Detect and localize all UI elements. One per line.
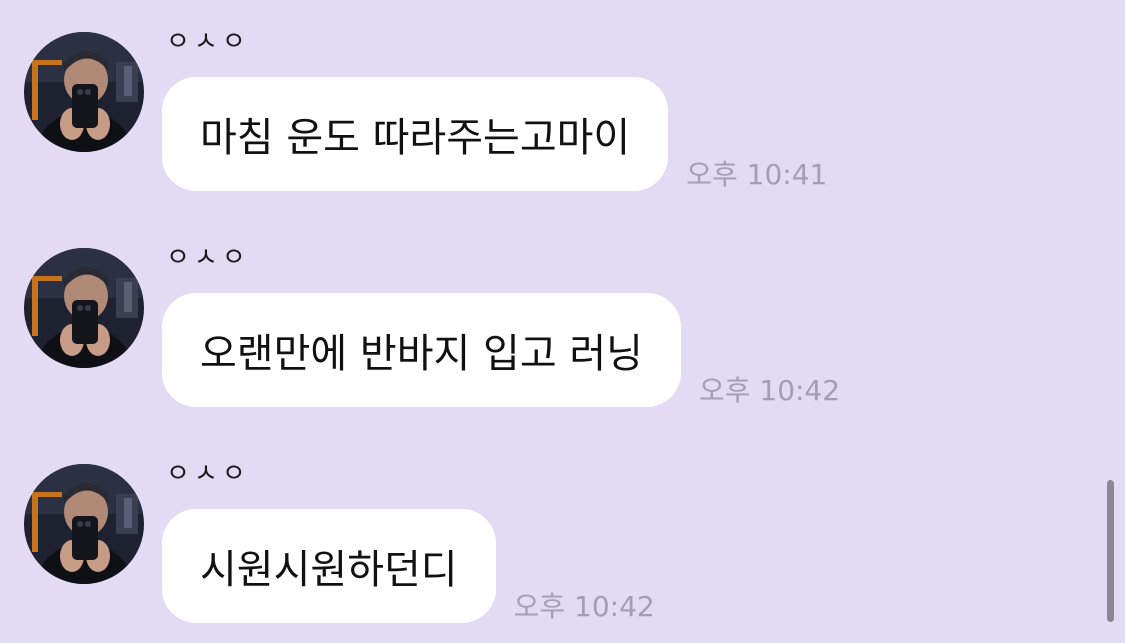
message-bubble[interactable]: 마침 운도 따라주는고마이 bbox=[162, 77, 669, 191]
chat-message-list[interactable]: ㅇㅅㅇ 마침 운도 따라주는고마이 오후 10:41 ㅇㅅㅇ 오랜만에 반바지 … bbox=[0, 0, 1125, 643]
message-timestamp: 오후 10:41 bbox=[686, 158, 828, 191]
sender-name: ㅇㅅㅇ bbox=[166, 243, 250, 273]
sender-name: ㅇㅅㅇ bbox=[166, 27, 250, 57]
avatar-photo-icon bbox=[24, 32, 144, 152]
message-timestamp: 오후 10:42 bbox=[698, 374, 841, 407]
message-bubble[interactable]: 오랜만에 반바지 입고 러닝 bbox=[162, 293, 681, 407]
message-row: 오랜만에 반바지 입고 러닝 오후 10:42 bbox=[162, 293, 840, 407]
avatar-photo-icon bbox=[24, 248, 144, 368]
avatar[interactable] bbox=[24, 464, 144, 584]
message-row: 마침 운도 따라주는고마이 오후 10:41 bbox=[162, 77, 827, 191]
avatar[interactable] bbox=[24, 248, 144, 368]
message-group: ㅇㅅㅇ 오랜만에 반바지 입고 러닝 오후 10:42 bbox=[0, 216, 1100, 416]
sender-name: ㅇㅅㅇ bbox=[166, 459, 250, 489]
avatar-photo-icon bbox=[24, 464, 144, 584]
message-group: ㅇㅅㅇ 시원시원하던디 오후 10:42 bbox=[0, 432, 1100, 632]
message-group: ㅇㅅㅇ 마침 운도 따라주는고마이 오후 10:41 bbox=[0, 0, 1100, 200]
message-timestamp: 오후 10:42 bbox=[513, 590, 655, 623]
message-bubble[interactable]: 시원시원하던디 bbox=[162, 509, 496, 623]
scrollbar-thumb[interactable] bbox=[1107, 480, 1114, 622]
avatar[interactable] bbox=[24, 32, 144, 152]
message-row: 시원시원하던디 오후 10:42 bbox=[162, 509, 655, 623]
